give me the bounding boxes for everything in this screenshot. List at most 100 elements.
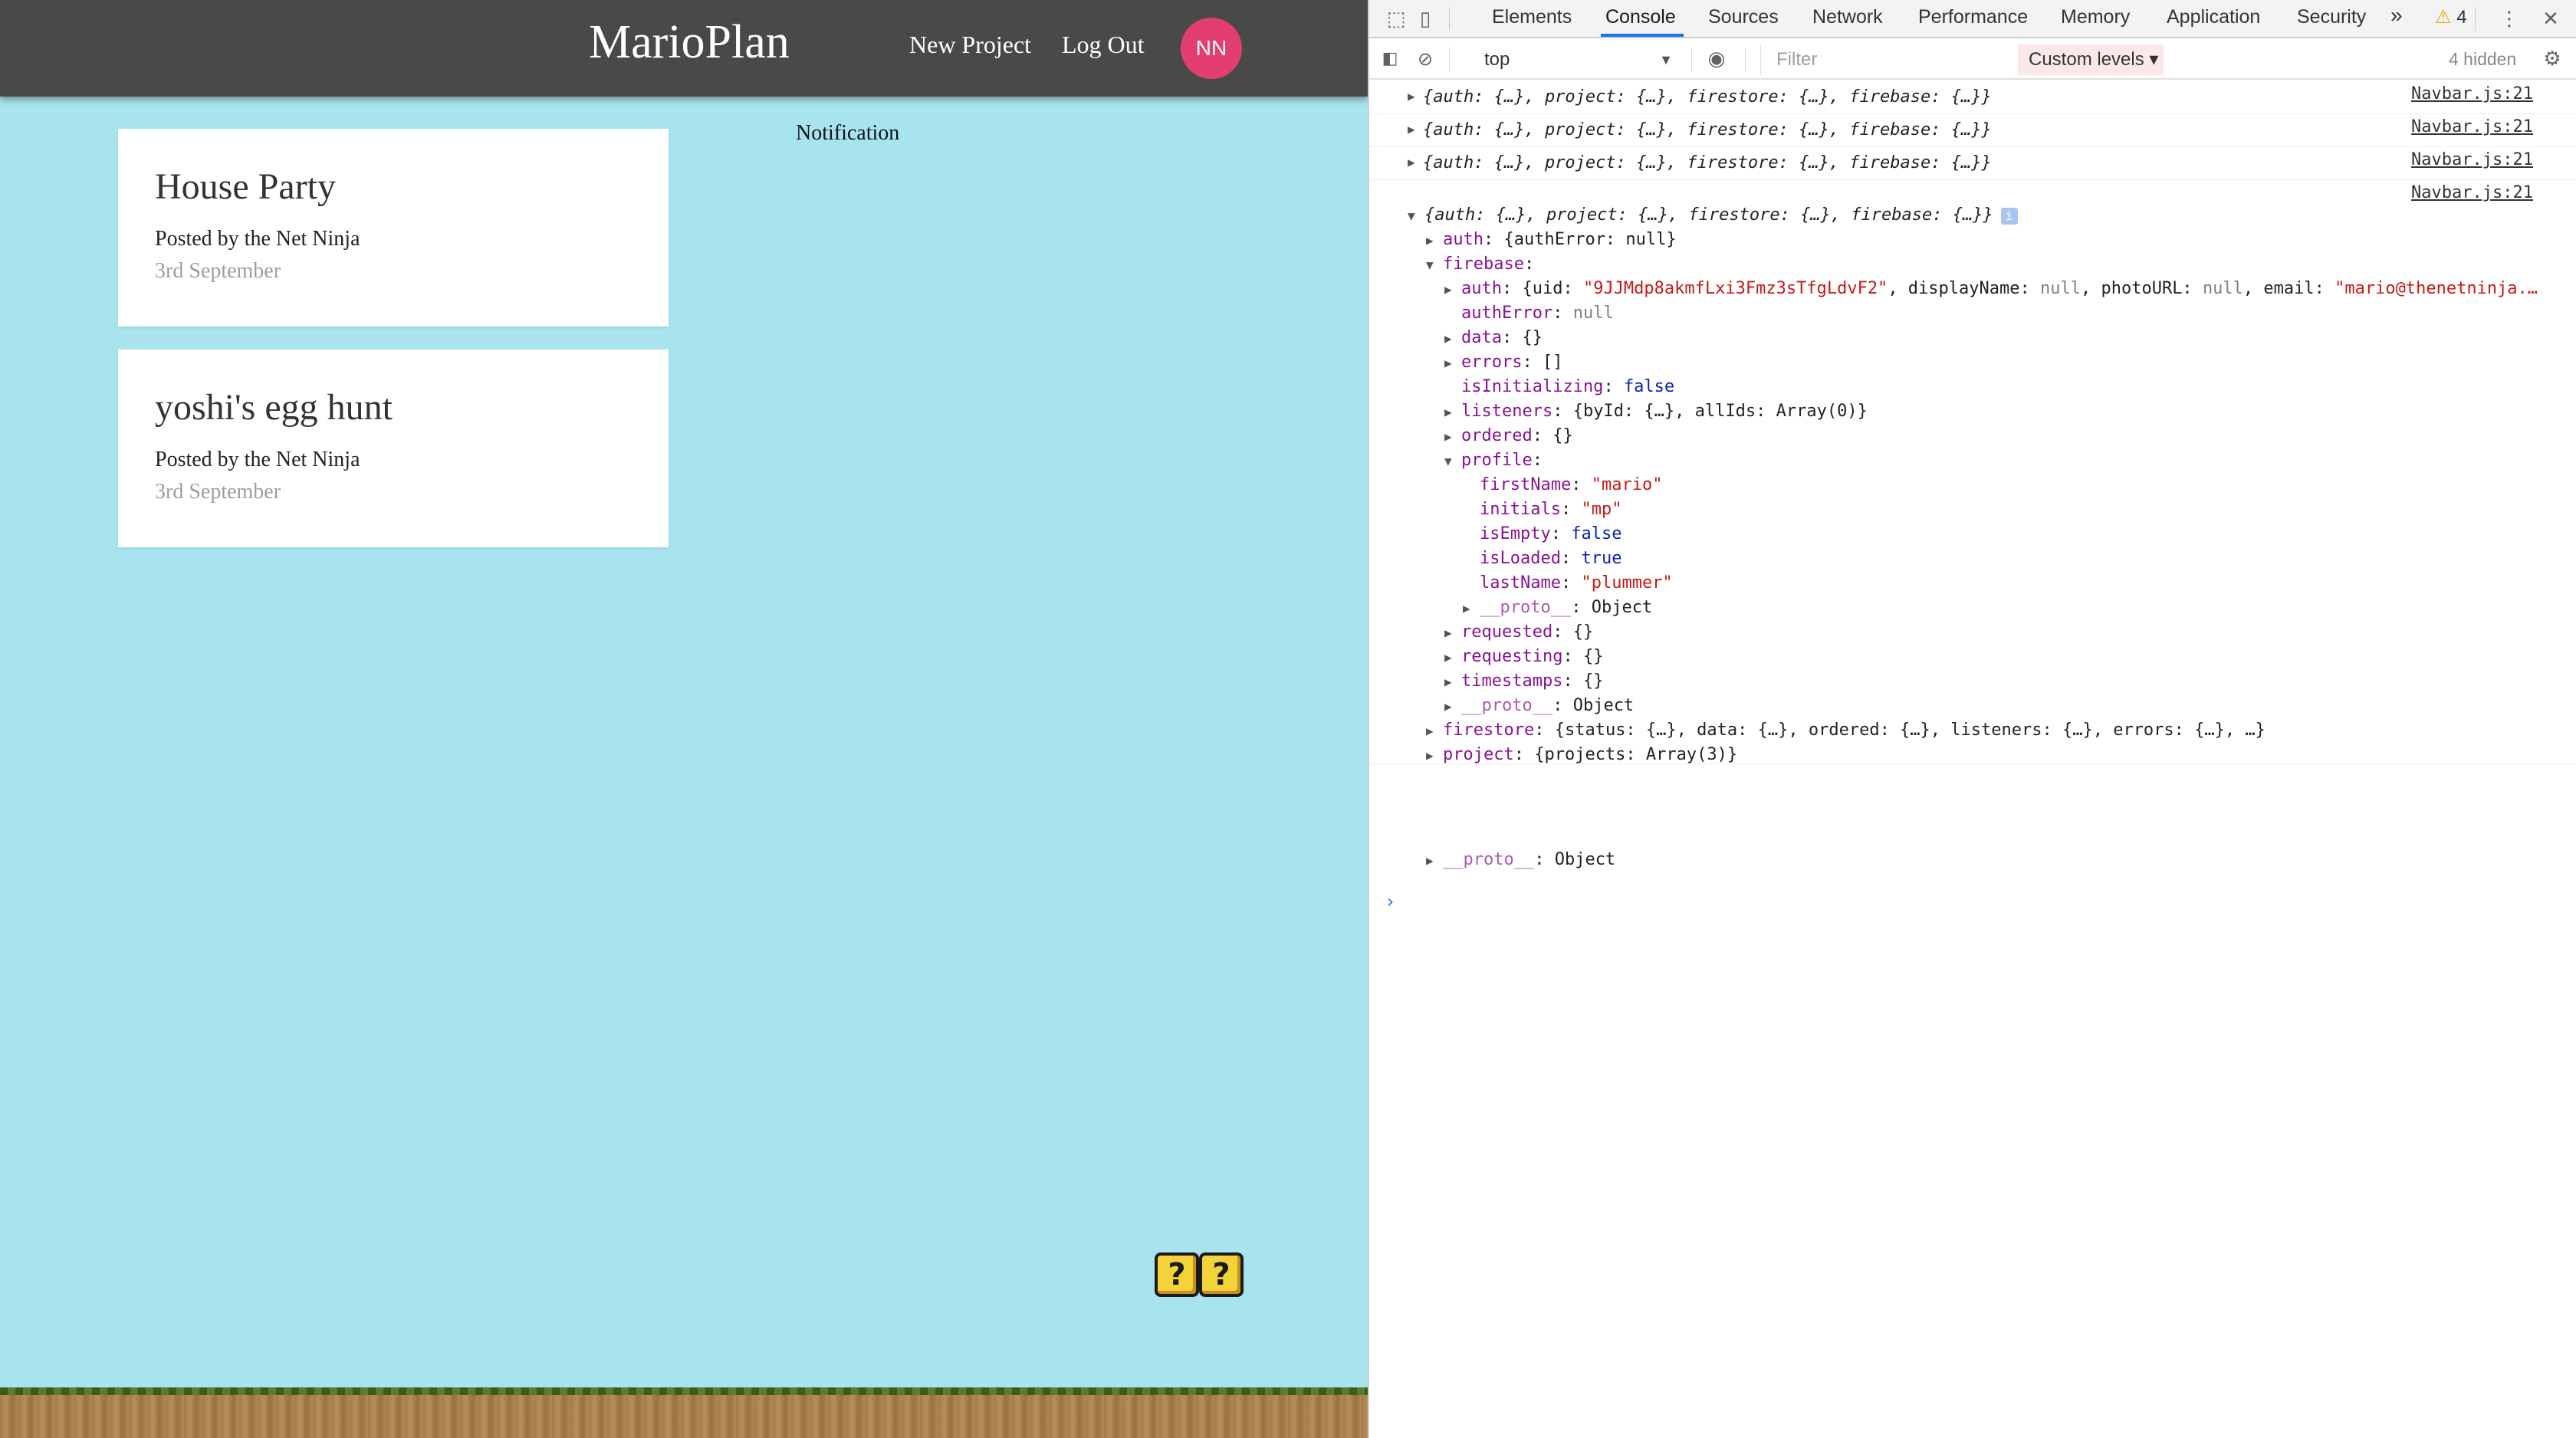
active-tab-indicator [1601,34,1684,37]
console-settings-gear-icon[interactable]: ⚙ [2539,46,2565,72]
tab-network[interactable]: Network [1812,6,1883,28]
expand-triangle-icon[interactable]: ▶ [1444,694,1461,719]
console-output: ▶ {auth: {…}, project: {…}, firestore: {… [1369,81,2576,912]
sidebar-toggle-icon[interactable]: ◧ [1377,46,1403,72]
collapse-triangle-icon[interactable]: ▼ [1444,449,1461,474]
log-out-link[interactable]: Log Out [1062,31,1145,59]
prop-isempty: isEmpty: false [1480,524,1622,543]
prop-proto[interactable]: ▶ __proto__: Object [1463,596,1652,620]
close-icon[interactable]: ✕ [2538,6,2564,32]
device-toolbar-icon[interactable]: ▯ [1412,6,1438,32]
expand-triangle-icon[interactable]: ▶ [1444,277,1461,302]
tab-performance[interactable]: Performance [1918,6,2028,28]
prop-data[interactable]: ▶ data: {} [1444,326,1543,350]
expand-triangle-icon[interactable]: ▶ [1444,645,1461,670]
initials-value: "mp" [1581,500,1622,519]
toolbar-separator [1691,48,1692,72]
kebab-menu-icon[interactable]: ⋮ [2496,6,2522,32]
uid-value: "9JJMdp8akmfLxi3Fmz3sTfgLdvF2" [1582,279,1888,298]
live-expression-eye-icon[interactable]: ◉ [1704,46,1730,72]
tab-console[interactable]: Console [1605,6,1676,28]
tab-security[interactable]: Security [2297,6,2366,28]
source-link[interactable]: Navbar.js:21 [2411,183,2533,202]
prop-firebase[interactable]: ▼ firebase: [1426,252,1534,277]
prop-lastname: lastName: "plummer" [1480,573,1673,593]
user-avatar[interactable]: NN [1181,18,1242,79]
console-message[interactable]: ▶ {auth: {…}, project: {…}, firestore: {… [1369,114,2576,147]
prop-project[interactable]: ▶ project: {projects: Array(3)} [1426,743,1737,767]
expand-triangle-icon[interactable]: ▶ [1444,425,1461,449]
expand-triangle-icon[interactable]: ▶ [1408,155,1415,169]
expand-triangle-icon[interactable]: ▶ [1408,89,1415,103]
collapse-triangle-icon[interactable]: ▼ [1426,253,1443,277]
grass-decoration [0,1387,1368,1395]
tab-memory[interactable]: Memory [2061,6,2130,28]
prop-listeners[interactable]: ▶ listeners: {byId: {…}, allIds: Array(0)… [1444,399,1868,424]
question-block-icon: ? [1155,1253,1199,1297]
project-card[interactable]: House Party Posted by the Net Ninja 3rd … [118,129,669,327]
prop-firestore[interactable]: ▶ firestore: {status: {…}, data: {…}, ord… [1426,718,2266,743]
devtools-panel: ⬚ ▯ Elements Console Sources Network Per… [1369,0,2576,1438]
expand-triangle-icon[interactable]: ▶ [1426,744,1443,768]
console-message[interactable]: ▶ {auth: {…}, project: {…}, firestore: {… [1369,147,2576,180]
tab-elements[interactable]: Elements [1492,6,1572,28]
prop-errors[interactable]: ▶ errors: [] [1444,350,1562,375]
expand-triangle-icon[interactable]: ▶ [1444,327,1461,351]
console-message[interactable]: ▶ {auth: {…}, project: {…}, firestore: {… [1369,81,2576,114]
object-summary[interactable]: ▼ {auth: {…}, project: {…}, firestore: {…… [1408,203,2018,228]
tab-sources[interactable]: Sources [1708,6,1779,28]
console-filter-input[interactable]: Filter [1760,44,2033,75]
prop-proto[interactable]: ▶ __proto__: Object [1444,694,1634,718]
project-card[interactable]: yoshi's egg hunt Posted by the Net Ninja… [118,350,669,547]
hidden-messages-count: 4 hidden [2449,49,2517,69]
prop-firstname: firstName: "mario" [1480,475,1663,494]
source-link[interactable]: Navbar.js:21 [2411,150,2533,169]
console-prompt[interactable]: › [1385,891,1395,912]
tab-application[interactable]: Application [2167,6,2260,28]
prop-timestamps[interactable]: ▶ timestamps: {} [1444,669,1603,694]
expand-triangle-icon[interactable]: ▶ [1408,122,1415,136]
prop-profile[interactable]: ▼ profile: [1444,448,1543,473]
source-link[interactable]: Navbar.js:21 [2411,84,2533,103]
inspect-element-icon[interactable]: ⬚ [1383,6,1409,32]
expand-triangle-icon[interactable]: ▶ [1444,351,1461,376]
prop-isinitializing: isInitializing: false [1461,377,1675,396]
prop-requesting[interactable]: ▶ requesting: {} [1444,645,1603,669]
prop-ordered[interactable]: ▶ ordered: {} [1444,424,1573,448]
expand-triangle-icon[interactable]: ▶ [1444,400,1461,425]
prop-initials: initials: "mp" [1480,500,1622,519]
expand-triangle-icon[interactable]: ▶ [1426,228,1443,253]
info-icon[interactable]: i [2000,208,2018,225]
prop-requested[interactable]: ▶ requested: {} [1444,620,1593,645]
notification-heading: Notification [796,121,900,145]
console-message-text: {auth: {…}, project: {…}, firestore: {…}… [1423,120,1992,140]
toolbar-separator [2475,8,2476,31]
expand-triangle-icon[interactable]: ▶ [1426,849,1443,873]
toolbar-separator [1449,8,1450,31]
collapse-triangle-icon[interactable]: ▼ [1408,204,1424,228]
expand-triangle-icon[interactable]: ▶ [1444,670,1461,694]
prop-auth[interactable]: ▶ auth: {authError: null} [1426,228,1677,252]
toolbar-separator [1449,48,1450,72]
new-project-link[interactable]: New Project [909,31,1031,59]
project-value: {projects: Array(3)} [1534,745,1738,764]
expand-triangle-icon[interactable]: ▶ [1463,596,1480,621]
prop-proto[interactable]: ▶ __proto__: Object [1426,848,1615,872]
prop-isloaded: isLoaded: true [1480,549,1622,568]
brand-logo[interactable]: MarioPlan [589,15,790,70]
project-date: 3rd September [155,480,281,504]
log-levels-dropdown[interactable]: Custom levels ▾ [2018,44,2164,75]
prop-firebase-auth[interactable]: ▶ auth: {uid: "9JJMdp8akmfLxi3Fmz3sTfgLdv… [1444,277,2538,301]
clear-console-icon[interactable]: ⊘ [1412,46,1438,72]
firstname-value: "mario" [1591,475,1663,494]
console-message-text: {auth: {…}, project: {…}, firestore: {…}… [1423,153,1992,172]
prop-auth-value: {authError: null} [1503,230,1677,249]
more-tabs-button[interactable]: » [2390,3,2403,28]
expand-triangle-icon[interactable]: ▶ [1444,621,1461,645]
expanded-console-message[interactable]: Navbar.js:21 ▼ {auth: {…}, project: {…}, … [1369,180,2576,764]
expand-triangle-icon[interactable]: ▶ [1426,719,1443,744]
source-link[interactable]: Navbar.js:21 [2411,117,2533,136]
toolbar-separator [1745,48,1746,72]
context-selector[interactable]: top ▼ [1477,46,1677,74]
warnings-counter[interactable]: ⚠ 4 [2435,6,2467,28]
